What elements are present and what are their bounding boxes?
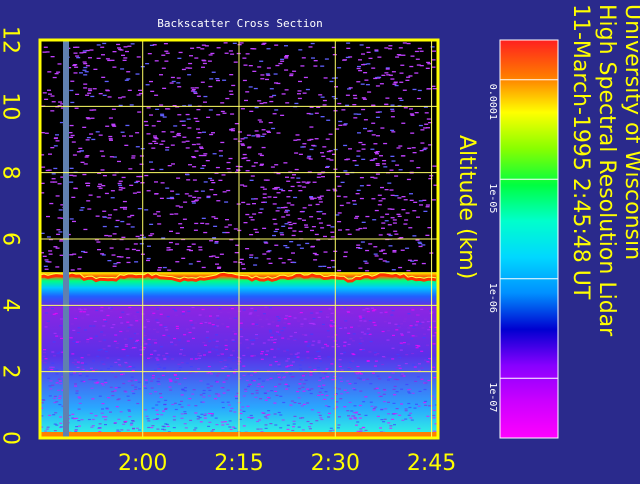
x-tick-label: 2:45 [407, 451, 456, 476]
lidar-figure: Backscatter Cross Section 0 2 4 6 8 10 12 2:00… [0, 0, 640, 480]
plot-area [38, 38, 440, 440]
y-tick-label: 0 [0, 431, 23, 445]
y-axis-ticks: 0 2 4 6 8 10 12 [0, 26, 23, 445]
colorbar-label: 1e-06 [487, 283, 498, 313]
y-tick-label: 4 [0, 298, 23, 312]
y-axis-label: Altitude (km) [454, 135, 479, 279]
colorbar-label: 1e-05 [487, 183, 498, 213]
colorbar-label: 0.0001 [487, 84, 498, 120]
x-tick-label: 2:30 [311, 451, 360, 476]
header-line: High Spectral Resolution Lidar [594, 4, 619, 337]
x-tick-label: 2:15 [214, 451, 263, 476]
y-tick-label: 12 [0, 26, 23, 54]
instrument-header: University of WisconsinHigh Spectral Res… [568, 4, 640, 337]
y-tick-label: 8 [0, 166, 23, 180]
x-axis-ticks: 2:00 2:15 2:30 2:45 [118, 451, 456, 476]
lidar-chart: Backscatter Cross Section 0 2 4 6 8 10 12 2:00… [0, 4, 640, 476]
y-tick-label: 6 [0, 232, 23, 246]
chart-title: Backscatter Cross Section [157, 17, 323, 30]
colorbar-label: 1e-07 [487, 382, 498, 412]
header-line: 11-March-1995 2:45:48 UT [568, 4, 593, 300]
header-line: University of Wisconsin [620, 4, 640, 260]
x-tick-label: 2:00 [118, 451, 167, 476]
y-tick-label: 2 [0, 365, 23, 379]
y-tick-label: 10 [0, 92, 23, 120]
